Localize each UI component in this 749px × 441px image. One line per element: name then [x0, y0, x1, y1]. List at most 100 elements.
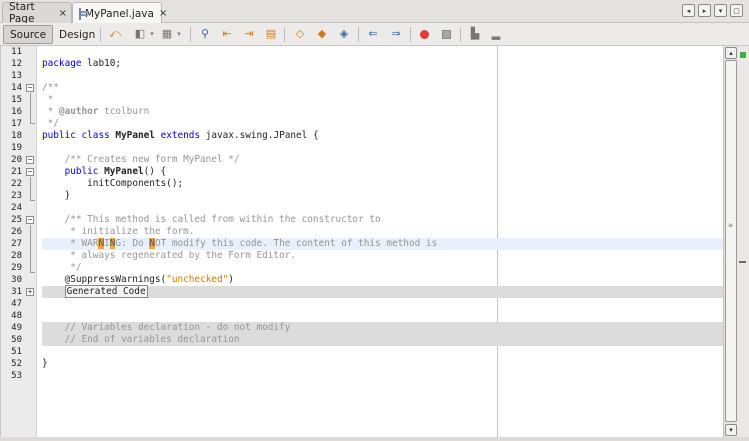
window-controls: ◂ ▸ ▾ ▢ — [682, 4, 743, 17]
collapse-fold-icon[interactable]: − — [26, 84, 34, 92]
code-line-28: * always regenerated by the Form Editor. — [42, 250, 296, 261]
last-edit-icon[interactable]: ⤺ — [108, 27, 122, 41]
previous-bookmark-icon[interactable]: ◇ — [293, 27, 307, 41]
next-bookmark-icon[interactable]: ◆ — [315, 27, 329, 41]
code-line-27-current: * WARNING: Do NOT modify this code. The … — [42, 238, 723, 250]
code-text: () { — [143, 166, 167, 177]
line-number: 11 — [11, 47, 22, 57]
netbeans-editor-window: { "tabs": [ {"label": "Start Page", "act… — [0, 0, 749, 441]
find-selection-icon[interactable]: ⚲ — [198, 27, 212, 41]
source-button[interactable]: Source — [3, 25, 54, 44]
scrollbar-thumb[interactable] — [725, 60, 737, 422]
shift-right-icon[interactable]: ⇒ — [389, 27, 403, 41]
comment-icon[interactable]: ▙ — [468, 27, 482, 41]
code-line-50-guarded: // End of variables declaration — [42, 334, 723, 346]
scroll-tabs-right-icon[interactable]: ▸ — [698, 4, 711, 17]
line-number: 49 — [11, 323, 22, 333]
line-number: 22 — [11, 179, 22, 189]
toggle-bookmark-icon[interactable]: ◈ — [337, 27, 351, 41]
scroll-up-icon[interactable]: ▴ — [725, 47, 737, 59]
keyword: public class — [42, 130, 110, 141]
code-line-17: */ — [42, 118, 59, 129]
fold-guide — [30, 93, 31, 123]
no-errors-indicator[interactable] — [740, 52, 746, 58]
error-stripe[interactable] — [738, 46, 749, 437]
code-text: initCo — [42, 178, 122, 189]
code-line-25: /** This method is called from within th… — [42, 214, 381, 225]
code-text: G: Do — [115, 238, 150, 249]
find-previous-icon[interactable]: ⇤ — [220, 27, 234, 41]
line-number: 17 — [11, 119, 22, 129]
line-number: 52 — [11, 359, 22, 369]
maximize-window-icon[interactable]: ▢ — [730, 4, 743, 17]
code-line-31-guarded: Generated Code — [42, 285, 723, 298]
code-text: OT modify this code. The content of this… — [154, 238, 438, 249]
code-line-49-guarded: // Variables declaration - do not modify — [42, 322, 723, 334]
line-number: 16 — [11, 107, 22, 117]
line-number: 15 — [11, 95, 22, 105]
fold-end — [30, 272, 35, 273]
fold-guide — [30, 225, 31, 272]
tab-label: Start Page — [9, 1, 35, 25]
code-text: mponents(); — [121, 178, 184, 189]
code-line-16: * @author tcolburn — [42, 106, 723, 118]
editor-toolbar: Source Design ⤺ ◧ ▾ ▦ ▾ ⚲ ⇤ ⇥ ▤ ◇ ◆ ◈ ⇐ … — [0, 23, 749, 46]
tab-start-page[interactable]: Start Page × — [2, 1, 72, 25]
code-text: lab10; — [81, 58, 122, 69]
collapse-fold-icon[interactable]: − — [26, 156, 34, 164]
line-number: 53 — [11, 371, 22, 381]
collapse-fold-icon[interactable]: − — [26, 216, 34, 224]
line-number: 13 — [11, 71, 22, 81]
collapse-fold-icon[interactable]: − — [26, 168, 34, 176]
toolbar-separator — [358, 27, 359, 42]
start-macro-recording-icon[interactable] — [418, 27, 432, 41]
vertical-scrollbar[interactable]: ▴ ≡ ▾ — [723, 46, 738, 437]
back-dropdown-icon[interactable]: ▾ — [145, 27, 159, 41]
show-opened-documents-icon[interactable]: ▾ — [714, 4, 727, 17]
scroll-tabs-left-icon[interactable]: ◂ — [682, 4, 695, 17]
code-line-12: package lab10; — [42, 58, 723, 70]
code-text: javax.swing.JPanel { — [200, 130, 319, 141]
line-number: 12 — [11, 59, 22, 69]
generated-code-fold[interactable]: Generated Code — [64, 285, 148, 298]
line-number: 26 — [11, 227, 22, 237]
line-number: 25 — [11, 215, 22, 225]
code-line-22: initComponents(); — [42, 178, 723, 190]
forward-dropdown-icon[interactable]: ▾ — [172, 27, 186, 41]
line-number: 48 — [11, 311, 22, 321]
code-line-14: /** — [42, 82, 59, 93]
line-number: 19 — [11, 143, 22, 153]
keyword: public — [64, 166, 99, 177]
line-number: 30 — [11, 275, 22, 285]
code-editor[interactable]: 11 12 13 14 15 16 17 18 19 20 21 22 23 2… — [0, 46, 738, 437]
code-text: * — [42, 106, 59, 117]
scroll-down-icon[interactable]: ▾ — [725, 424, 737, 436]
shift-left-icon[interactable]: ⇐ — [366, 27, 380, 41]
code-line-18: public class MyPanel extends javax.swing… — [42, 130, 723, 142]
tab-mypanel-java[interactable]: MyPanel.java × — [72, 2, 167, 24]
code-line-26: * initialize the form. — [42, 226, 195, 237]
close-icon[interactable]: × — [159, 8, 167, 19]
code-text: ) — [228, 274, 234, 285]
line-number: 24 — [11, 203, 22, 213]
code-text-area[interactable]: package lab10; /** * * @author tcolburn … — [38, 46, 723, 437]
stop-macro-recording-icon[interactable] — [440, 27, 454, 41]
uncomment-icon[interactable]: ▂ — [489, 27, 503, 41]
line-number: 31 — [11, 287, 22, 297]
line-number: 27 — [11, 239, 22, 249]
find-next-icon[interactable]: ⇥ — [242, 27, 256, 41]
toolbar-separator — [460, 27, 461, 42]
toolbar-separator — [190, 27, 191, 42]
code-text: I — [104, 238, 110, 249]
javadoc-tag: @author — [58, 106, 99, 117]
bottom-border — [0, 437, 749, 441]
code-line-23: } — [42, 190, 71, 201]
caret-position-marker[interactable] — [739, 261, 746, 263]
code-line-52: } — [42, 358, 48, 369]
java-file-icon — [79, 7, 88, 20]
code-line-15: * — [42, 94, 54, 105]
toggle-highlight-icon[interactable]: ▤ — [264, 27, 278, 41]
design-button[interactable]: Design — [53, 25, 101, 44]
close-icon[interactable]: × — [59, 8, 67, 19]
expand-fold-icon[interactable]: + — [26, 288, 34, 296]
